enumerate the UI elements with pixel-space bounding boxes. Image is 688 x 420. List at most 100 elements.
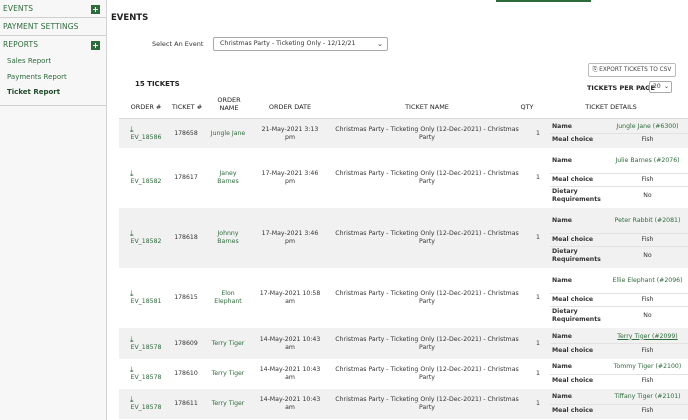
per-page-label: TICKETS PER PAGE: [587, 84, 655, 92]
order-link[interactable]: ⤓ EV_18578: [128, 366, 164, 382]
ticket-number: 178658: [174, 129, 198, 137]
order-date: 14-May-2021 10:43 am: [259, 396, 321, 411]
detail-value: Fish: [641, 136, 654, 143]
detail-row: Name Terry Tiger (#2099): [550, 330, 688, 344]
ticket-qty: 1: [536, 129, 540, 137]
attendee-link[interactable]: Peter Rabbit (#2081): [607, 217, 688, 225]
main-content: EVENTS Select An Event Christmas Party -…: [107, 0, 688, 420]
plus-icon[interactable]: +: [91, 5, 100, 14]
attendee-link[interactable]: Ellie Elephant (#2096): [607, 277, 688, 285]
detail-key: Name: [552, 393, 572, 401]
sidebar-item-sales-report[interactable]: Sales Report: [0, 54, 106, 70]
order-link[interactable]: ⤓ EV_18578: [128, 335, 164, 352]
sidebar-events-label: EVENTS: [3, 4, 34, 13]
table-row: ⤓ EV_18578 178610 Terry Tiger 14-May-2021…: [119, 359, 688, 389]
top-accent-bar: [496, 0, 591, 2]
detail-value: Fish: [641, 406, 654, 414]
order-name-link[interactable]: Terry Tiger: [209, 400, 247, 408]
ticket-qty: 1: [536, 174, 540, 181]
attendee-link[interactable]: Julie Barnes (#2076): [607, 157, 688, 165]
chevron-down-icon: ⌄: [663, 83, 669, 90]
detail-row: Meal choice Fish: [550, 405, 688, 418]
sidebar: EVENTS + PAYMENT SETTINGS REPORTS + Sale…: [0, 0, 107, 420]
detail-key: Name: [552, 277, 572, 285]
ticket-name: Christmas Party - Ticketing Only (12-Dec…: [335, 366, 519, 381]
order-link[interactable]: ⤓ EV_18582: [128, 230, 164, 246]
download-icon[interactable]: ⤓: [128, 366, 164, 374]
order-link[interactable]: ⤓ EV_18581: [128, 290, 164, 306]
sidebar-item-ticket-report[interactable]: Ticket Report: [0, 85, 106, 101]
sidebar-item-payments-report[interactable]: Payments Report: [0, 70, 106, 86]
ticket-details: Name Ellie Elephant (#2096) Meal choice Fi…: [550, 270, 688, 326]
event-select[interactable]: Christmas Party - Ticketing Only - 12/12…: [213, 37, 388, 51]
detail-row: Meal choice Fish: [550, 134, 688, 146]
sidebar-events[interactable]: EVENTS +: [0, 0, 106, 18]
attendee-link[interactable]: Terry Tiger (#2099): [607, 333, 688, 341]
order-name-link[interactable]: Elon Elephant: [209, 290, 247, 306]
detail-row: Meal choice Fish: [550, 294, 688, 307]
download-icon[interactable]: ⤓: [128, 290, 164, 298]
export-csv-button[interactable]: ⎘ EXPORT TICKETS TO CSV: [588, 63, 676, 77]
order-date: 17-May-2021 3:46 pm: [261, 230, 319, 245]
detail-row: Dietary Requirements No: [550, 247, 688, 266]
order-link[interactable]: ⤓ EV_18578: [128, 396, 164, 412]
order-name-link[interactable]: Terry Tiger: [209, 340, 247, 348]
attendee-link[interactable]: Tiffany Tiger (#2101): [607, 393, 688, 401]
ticket-qty: 1: [536, 370, 540, 377]
ticket-name: Christmas Party - Ticketing Only (12-Dec…: [335, 230, 519, 245]
download-icon[interactable]: ⤓: [128, 396, 164, 404]
order-name-link[interactable]: Terry Tiger: [209, 370, 247, 378]
order-name-link[interactable]: Johnny Barnes: [209, 230, 247, 246]
order-name-link[interactable]: Janey Barnes: [209, 170, 247, 186]
order-link[interactable]: ⤓ EV_18582: [128, 170, 164, 186]
ticket-number: 178615: [174, 294, 198, 301]
event-select-value: Christmas Party - Ticketing Only - 12/12…: [220, 40, 356, 47]
ticket-name: Christmas Party - Ticketing Only (12-Dec…: [335, 335, 519, 351]
ticket-details: Name Terry Tiger (#2099) Meal choice Fish: [550, 330, 688, 357]
sidebar-report-links: Sales Report Payments Report Ticket Repo…: [0, 54, 106, 106]
ticket-qty: 1: [536, 294, 540, 301]
header-qty: QTY: [520, 103, 534, 111]
detail-key: Meal choice: [552, 295, 594, 303]
detail-value: No: [643, 252, 652, 260]
table-row: ⤓ EV_18581 178615 Elon Elephant 17-May-20…: [119, 268, 688, 328]
detail-value: No: [643, 192, 652, 200]
plus-icon[interactable]: +: [91, 41, 100, 50]
detail-key: Meal choice: [552, 235, 594, 243]
detail-key: Name: [552, 217, 572, 225]
ticket-details: Name Peter Rabbit (#2081) Meal choice Fish…: [550, 210, 688, 266]
order-link[interactable]: ⤓ EV_18586: [128, 125, 164, 142]
download-icon[interactable]: ⤓: [128, 335, 164, 344]
table-row: ⤓ EV_18578 178611 Terry Tiger 14-May-2021…: [119, 389, 688, 419]
download-icon[interactable]: ⤓: [128, 170, 164, 178]
header-ticket: TICKET #: [171, 103, 203, 111]
detail-value: Fish: [641, 235, 654, 243]
per-page-value: 20: [653, 83, 661, 90]
attendee-link[interactable]: Tommy Tiger (#2100): [607, 363, 688, 371]
ticket-name: Christmas Party - Ticketing Only (12-Dec…: [335, 290, 519, 305]
ticket-number: 178617: [174, 174, 198, 181]
detail-key: Name: [552, 123, 572, 130]
detail-row: Name Jungle Jane (#6300): [550, 121, 688, 134]
order-name-link[interactable]: Jungle Jane: [209, 130, 247, 138]
attendee-link[interactable]: Jungle Jane (#6300): [607, 123, 688, 131]
detail-value: Fish: [641, 175, 654, 183]
ticket-number: 178618: [174, 234, 198, 241]
sidebar-reports[interactable]: REPORTS +: [0, 36, 106, 54]
per-page-select[interactable]: 20 ⌄: [649, 81, 672, 93]
detail-value: No: [643, 312, 652, 320]
download-icon[interactable]: ⤓: [128, 125, 164, 134]
detail-row: Name Peter Rabbit (#2081): [550, 210, 688, 234]
order-date: 14-May-2021 10:43 am: [259, 366, 321, 381]
sidebar-reports-label: REPORTS: [3, 40, 39, 49]
sidebar-payment-settings-label: PAYMENT SETTINGS: [3, 22, 79, 31]
chevron-down-icon: ⌄: [377, 40, 383, 48]
ticket-details: Name Tommy Tiger (#2100) Meal choice Fish: [550, 361, 688, 387]
detail-row: Meal choice Fish: [550, 375, 688, 388]
download-icon[interactable]: ⤓: [128, 230, 164, 238]
ticket-qty: 1: [536, 339, 540, 347]
ticket-details: Name Julie Barnes (#2076) Meal choice Fish…: [550, 150, 688, 206]
sidebar-payment-settings[interactable]: PAYMENT SETTINGS: [0, 18, 106, 36]
header-order-name: ORDER NAME: [217, 96, 241, 112]
ticket-name: Christmas Party - Ticketing Only (12-Dec…: [335, 170, 519, 185]
